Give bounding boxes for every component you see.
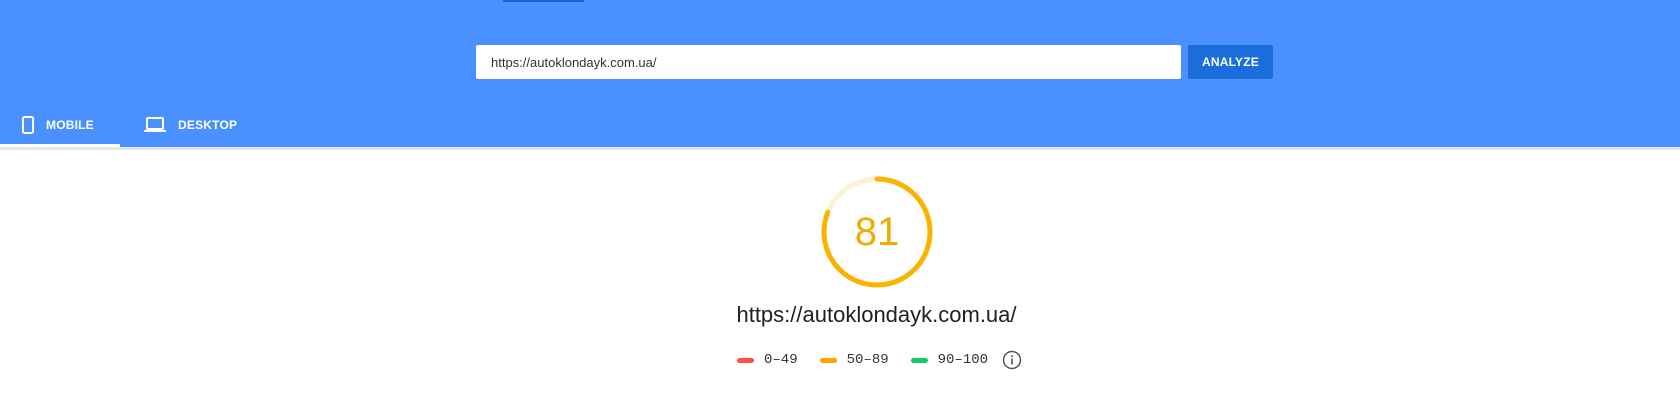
header-divider: [0, 147, 1680, 150]
legend-item-fail: 0–49: [737, 352, 798, 368]
analyzed-url: https://autoklondayk.com.ua/: [736, 302, 1017, 327]
top-accent-bar: [503, 0, 584, 2]
tab-desktop[interactable]: DESKTOP: [120, 106, 261, 147]
score-gauge: 81: [819, 174, 935, 290]
legend-item-average: 50–89: [819, 352, 889, 368]
device-tabs: MOBILE DESKTOP: [0, 106, 261, 147]
legend-swatch-fail: [737, 357, 754, 363]
url-input[interactable]: [476, 45, 1181, 79]
score-legend: 0–49 50–89 90–100: [737, 350, 1022, 370]
legend-item-pass: 90–100: [910, 352, 989, 368]
info-icon[interactable]: [1002, 350, 1022, 370]
phone-icon: [22, 115, 34, 134]
tab-mobile-label: MOBILE: [46, 117, 94, 132]
tab-desktop-label: DESKTOP: [178, 117, 238, 132]
laptop-icon: [144, 116, 166, 133]
legend-swatch-pass: [910, 357, 928, 363]
analyze-button[interactable]: ANALYZE: [1188, 45, 1273, 79]
legend-range-fail: 0–49: [764, 352, 798, 368]
header-bar: ANALYZE MOBILE DESKTOP: [0, 0, 1680, 147]
legend-range-average: 50–89: [846, 352, 889, 368]
tab-mobile[interactable]: MOBILE: [0, 106, 120, 147]
legend-range-pass: 90–100: [937, 352, 989, 368]
score-value: 81: [854, 209, 900, 254]
legend-swatch-average: [819, 357, 837, 363]
